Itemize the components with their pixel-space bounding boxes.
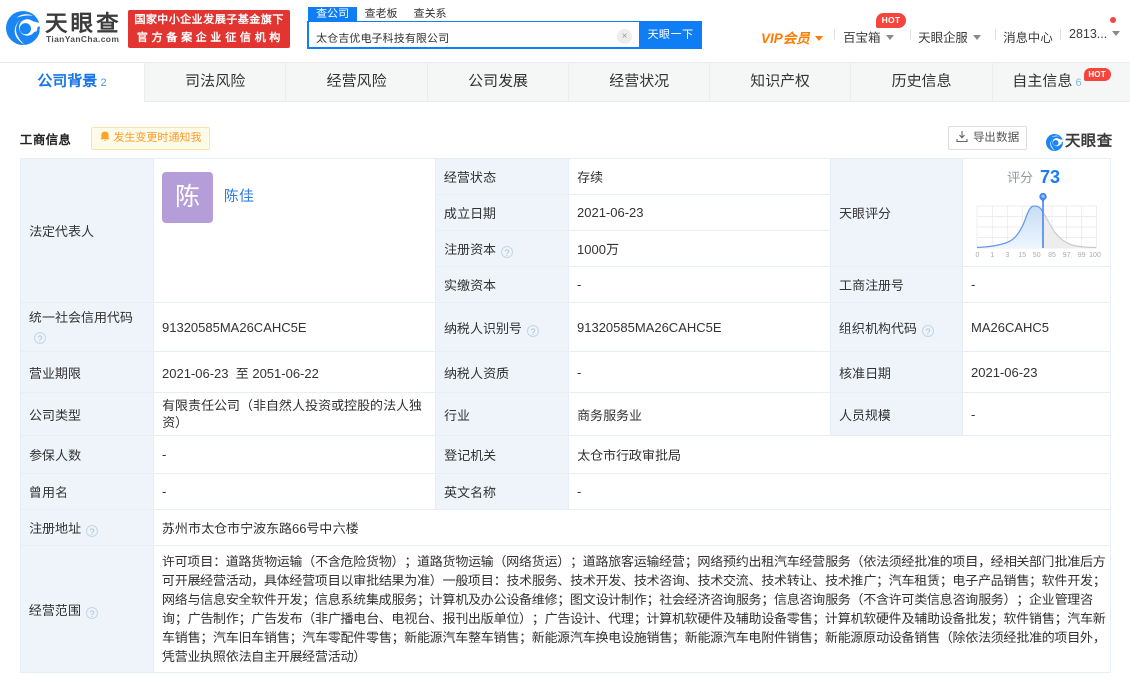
svg-text:99: 99 bbox=[1078, 252, 1086, 259]
svg-text:100: 100 bbox=[1089, 252, 1101, 259]
svg-text:3: 3 bbox=[1005, 252, 1009, 259]
svg-text:97: 97 bbox=[1063, 252, 1071, 259]
svg-text:85: 85 bbox=[1048, 252, 1056, 259]
svg-text:15: 15 bbox=[1018, 252, 1026, 259]
svg-text:0: 0 bbox=[976, 252, 980, 259]
svg-text:1: 1 bbox=[990, 252, 994, 259]
svg-text:50: 50 bbox=[1033, 252, 1041, 259]
